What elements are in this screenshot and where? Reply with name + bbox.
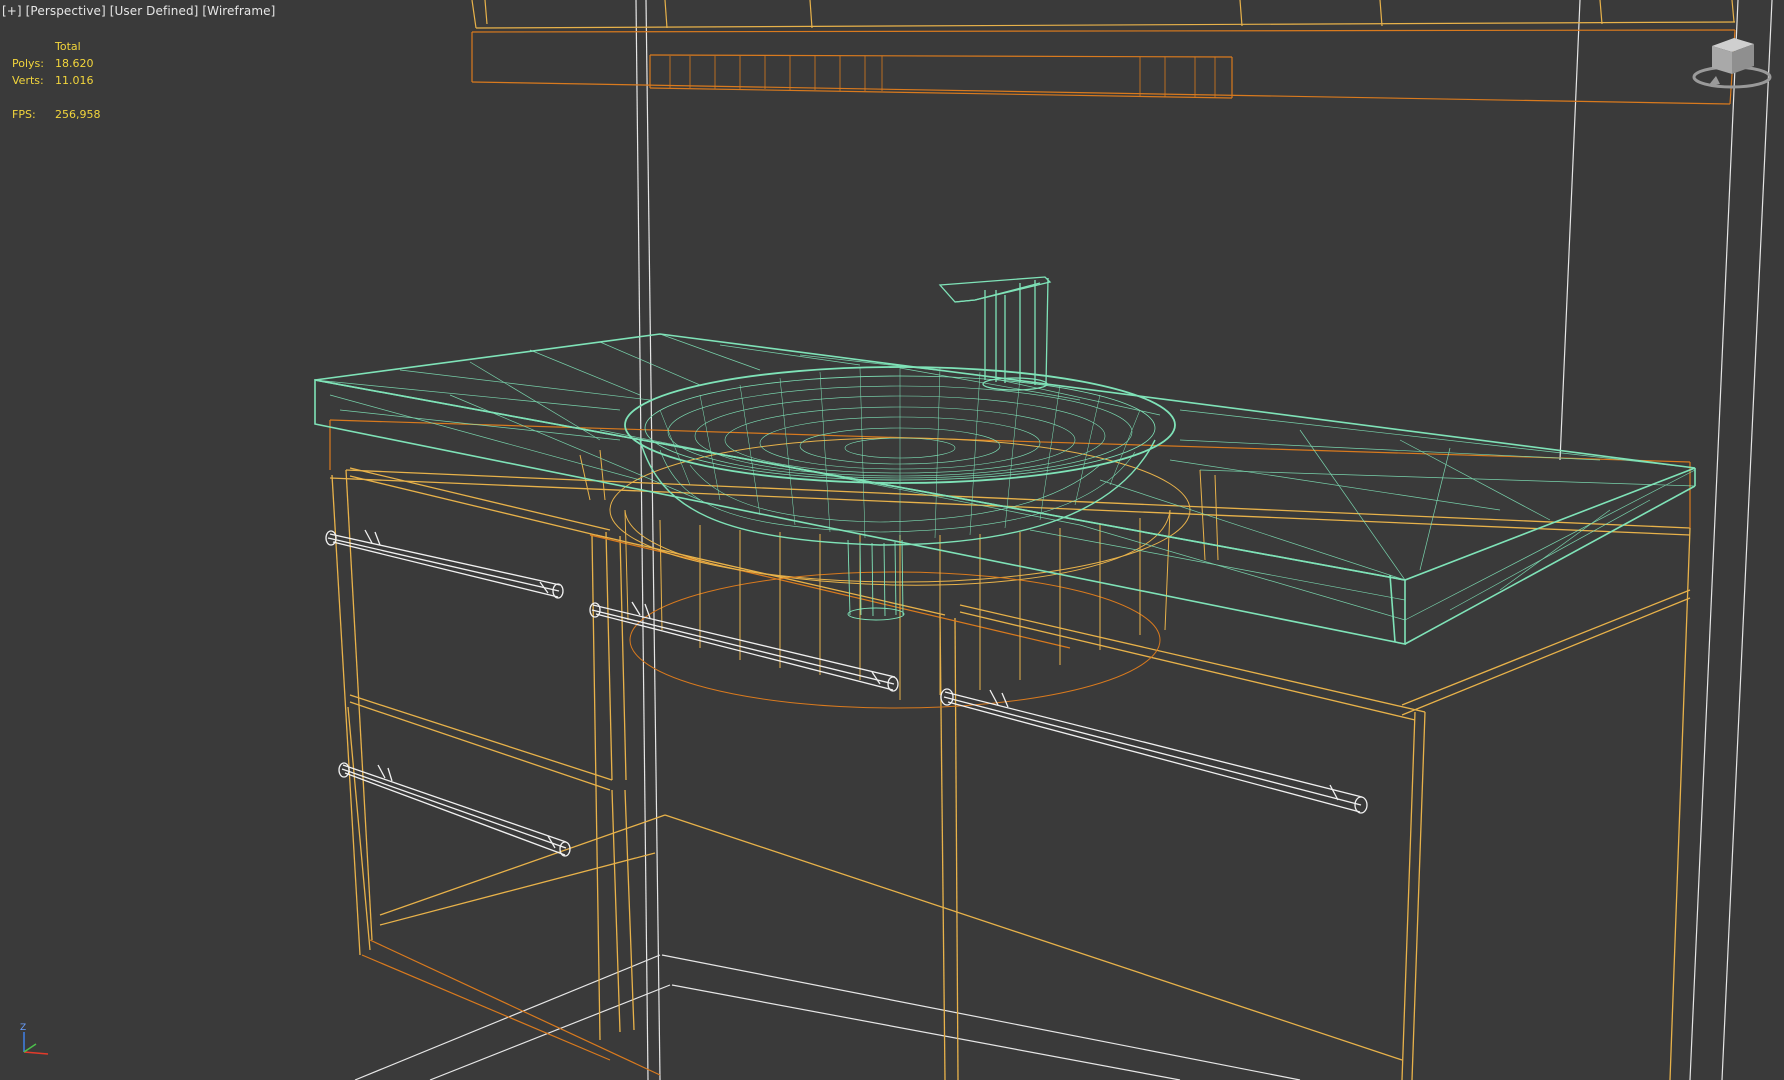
- shading-mode-menu[interactable]: [Wireframe]: [202, 4, 275, 18]
- handle-lower-left: [338, 762, 571, 857]
- viewcube-icon[interactable]: [1690, 32, 1774, 92]
- axis-tripod-icon: Z: [20, 1023, 49, 1055]
- verts-value: 11.016: [55, 74, 94, 87]
- shading-preset-menu[interactable]: [User Defined]: [110, 4, 199, 18]
- upper-shelf: [471, 0, 1736, 105]
- statistics-overlay: Total Polys: 18.620 Verts: 11.016 FPS: 256,…: [12, 38, 101, 123]
- handle-right: [940, 688, 1368, 814]
- axis-z-label: Z: [20, 1023, 26, 1033]
- handle-upper-left: [325, 529, 564, 599]
- cabinet-back-edges: [329, 419, 1691, 1076]
- polys-label: Polys:: [12, 57, 44, 70]
- viewport-menu-button[interactable]: [+]: [2, 4, 22, 18]
- fps-label: FPS:: [12, 108, 36, 121]
- polys-value: 18.620: [55, 57, 94, 70]
- cabinet-frame: [329, 467, 1691, 1080]
- wireframe-scene[interactable]: [0, 0, 1784, 1080]
- perspective-viewport[interactable]: [+] [Perspective] [User Defined] [Wirefr…: [0, 0, 1784, 1080]
- verts-label: Verts:: [12, 74, 44, 87]
- handle-middle: [589, 601, 899, 692]
- view-type-menu[interactable]: [Perspective]: [26, 4, 106, 18]
- fps-value: 256,958: [55, 108, 101, 121]
- viewport-label: [+] [Perspective] [User Defined] [Wirefr…: [2, 4, 275, 18]
- stats-header: Total: [55, 40, 81, 53]
- drawer-handles: [325, 529, 1368, 857]
